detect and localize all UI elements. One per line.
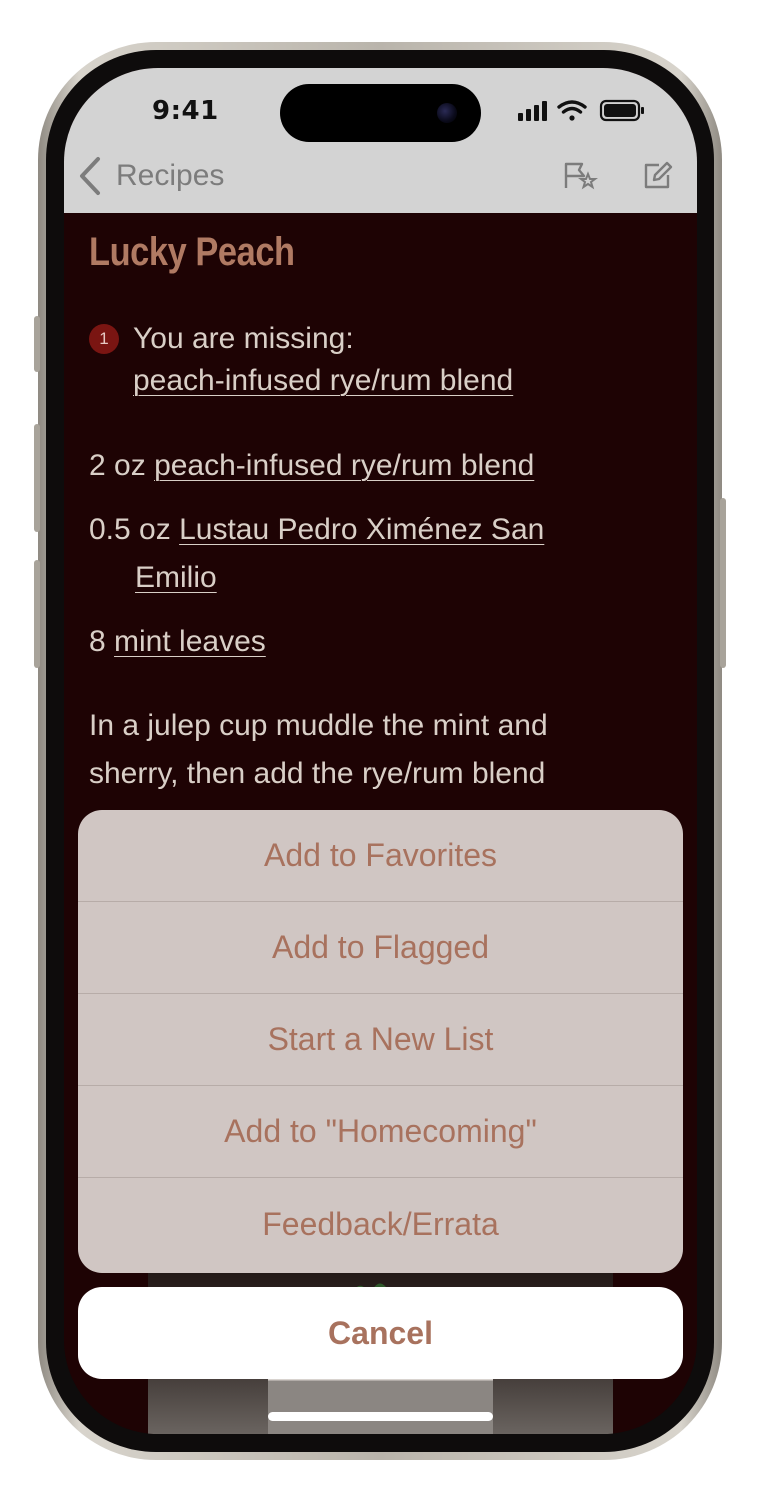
instructions-line-2: sherry, then add the rye/rum blend bbox=[89, 757, 546, 790]
side-button-volume-down bbox=[34, 560, 40, 668]
camera-icon bbox=[437, 103, 457, 123]
screen: 9:41 Recipes Lucky Peach 1 You are missi… bbox=[64, 68, 697, 1434]
compose-icon[interactable] bbox=[642, 160, 674, 192]
flag-star-icon[interactable] bbox=[562, 160, 598, 192]
side-button-action bbox=[34, 316, 40, 372]
add-to-flagged-button[interactable]: Add to Flagged bbox=[78, 902, 683, 994]
back-button[interactable]: Recipes bbox=[78, 154, 224, 198]
start-new-list-button[interactable]: Start a New List bbox=[78, 994, 683, 1086]
wifi-icon bbox=[557, 100, 587, 121]
side-button-volume-up bbox=[34, 424, 40, 532]
side-button-power bbox=[720, 498, 726, 668]
missing-label: You are missing: bbox=[133, 322, 354, 355]
ingredient-amount: 8 bbox=[89, 625, 106, 658]
ingredient-amount: 2 oz bbox=[89, 449, 146, 482]
add-to-favorites-button[interactable]: Add to Favorites bbox=[78, 810, 683, 902]
action-sheet: Add to Favorites Add to Flagged Start a … bbox=[78, 810, 683, 1273]
cancel-button[interactable]: Cancel bbox=[78, 1287, 683, 1379]
ingredient-1: 2 oz peach-infused rye/rum blend bbox=[89, 449, 534, 483]
missing-count-badge: 1 bbox=[89, 324, 119, 354]
battery-icon bbox=[599, 99, 644, 122]
ingredient-link[interactable]: peach-infused rye/rum blend bbox=[154, 449, 534, 482]
home-indicator[interactable] bbox=[268, 1412, 493, 1421]
add-to-homecoming-button[interactable]: Add to "Homecoming" bbox=[78, 1086, 683, 1178]
missing-item-link[interactable]: peach-infused rye/rum blend bbox=[133, 364, 513, 398]
navigation-bar: 9:41 Recipes bbox=[64, 68, 697, 213]
ingredient-amount: 0.5 oz bbox=[89, 513, 171, 546]
ingredient-link[interactable]: Lustau Pedro Ximénez San bbox=[179, 513, 544, 546]
ingredient-3: 8 mint leaves bbox=[89, 625, 266, 659]
status-icons bbox=[518, 99, 644, 122]
ingredient-link[interactable]: mint leaves bbox=[114, 625, 266, 658]
status-time: 9:41 bbox=[152, 96, 219, 126]
back-label: Recipes bbox=[116, 159, 225, 192]
recipe-title: Lucky Peach bbox=[89, 230, 295, 274]
ingredient-2: 0.5 oz Lustau Pedro Ximénez San bbox=[89, 513, 544, 547]
chevron-left-icon bbox=[80, 157, 100, 195]
instructions-line-1: In a julep cup muddle the mint and bbox=[89, 709, 548, 742]
signal-icon bbox=[518, 101, 547, 121]
dynamic-island bbox=[280, 84, 481, 142]
feedback-errata-button[interactable]: Feedback/Errata bbox=[78, 1178, 683, 1270]
ingredient-link-continued[interactable]: Emilio bbox=[135, 561, 217, 595]
